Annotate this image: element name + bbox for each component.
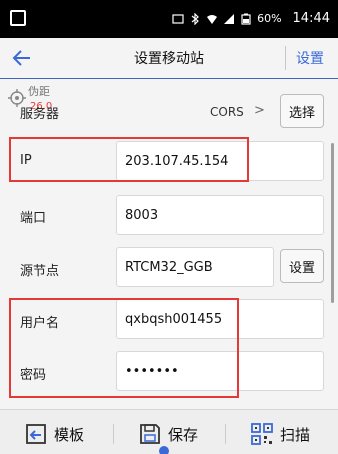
toolbar-separator xyxy=(225,424,226,444)
chevron-right-icon[interactable]: > xyxy=(254,103,265,118)
scrollbar[interactable] xyxy=(331,143,334,303)
page-title: 设置移动站 xyxy=(134,51,204,67)
status-bar: 60% 14:44 xyxy=(0,0,338,38)
template-label: 模板 xyxy=(54,425,85,444)
scan-label: 扫描 xyxy=(280,425,311,444)
clock: 14:44 xyxy=(292,11,330,26)
server-label: 服务器 xyxy=(20,107,60,122)
header-settings-button[interactable]: 设置 xyxy=(290,48,330,68)
signal-icon xyxy=(224,14,235,24)
template-button[interactable]: 模板 xyxy=(24,420,84,448)
save-label: 保存 xyxy=(168,425,199,444)
app-header: 设置移动站 设置 xyxy=(0,38,338,78)
server-value[interactable]: CORS xyxy=(210,105,244,119)
select-server-button[interactable]: 选择 xyxy=(280,94,324,128)
status-icons: 60% 14:44 xyxy=(172,11,330,27)
credentials-highlight-box xyxy=(9,298,239,398)
qr-code-icon xyxy=(251,423,273,445)
pseudorange-label: 伪距 xyxy=(28,85,50,98)
port-label: 端口 xyxy=(20,211,47,226)
home-indicator-dot xyxy=(159,446,169,454)
bottom-toolbar: 模板 保存 扫描 xyxy=(0,409,338,454)
cast-icon xyxy=(172,14,184,24)
header-divider xyxy=(285,46,286,70)
ip-highlight-box xyxy=(9,137,249,182)
bluetooth-icon xyxy=(191,13,199,25)
port-input[interactable]: 8003 xyxy=(116,195,324,235)
notification-icon xyxy=(10,10,26,26)
battery-icon xyxy=(241,13,251,25)
save-icon xyxy=(140,424,160,444)
form-content: 伪距 26.0 服务器 CORS > 选择 IP 203.107.45.154 … xyxy=(0,79,338,409)
import-template-icon xyxy=(26,424,46,444)
mountpoint-input[interactable]: RTCM32_GGB xyxy=(116,247,274,287)
mountpoint-settings-button[interactable]: 设置 xyxy=(280,249,324,283)
toolbar-separator xyxy=(113,424,114,444)
save-button[interactable]: 保存 xyxy=(138,420,198,448)
scan-button[interactable]: 扫描 xyxy=(250,420,310,448)
mountpoint-label: 源节点 xyxy=(20,264,60,279)
wifi-icon xyxy=(207,15,218,24)
battery-level: 60% xyxy=(257,12,282,25)
